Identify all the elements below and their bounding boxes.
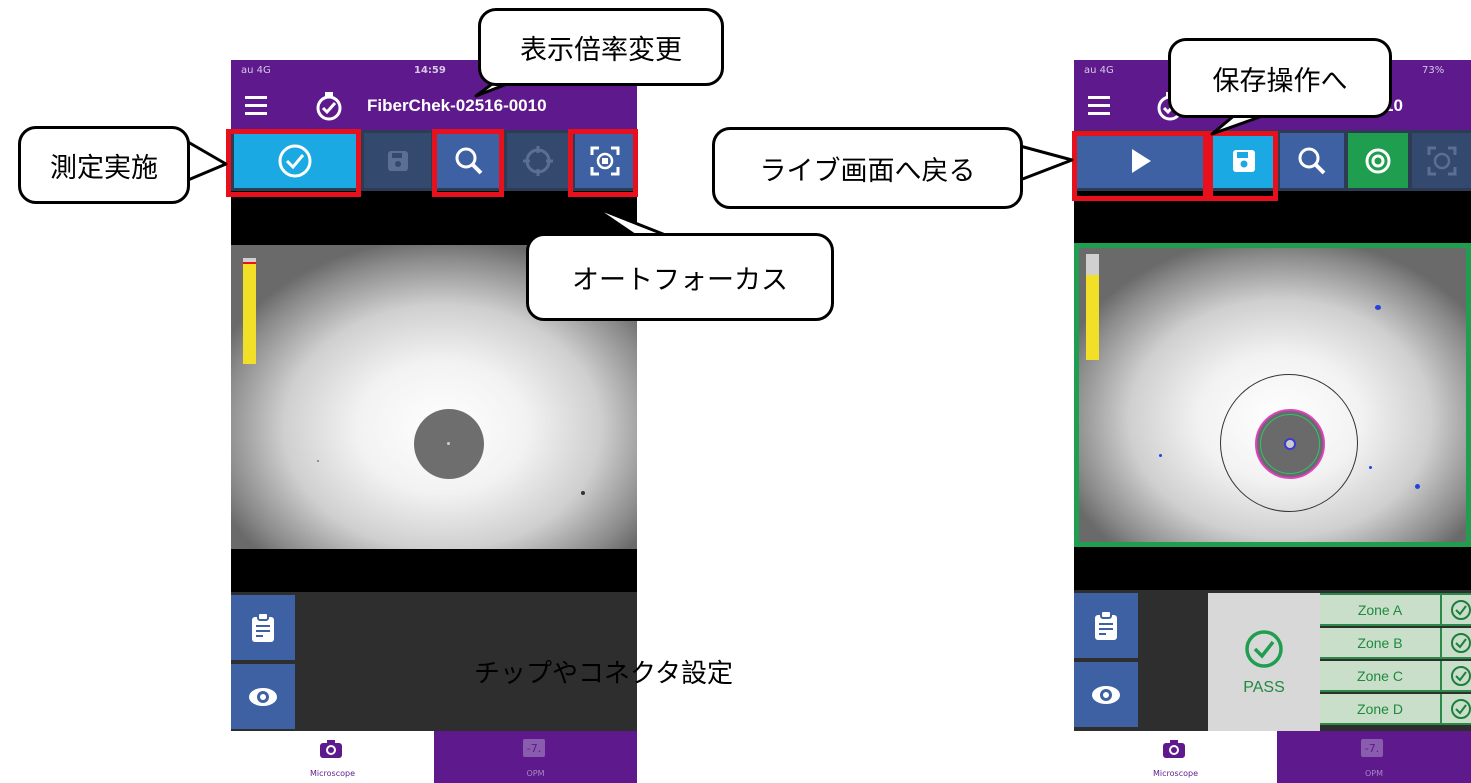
tip-settings-label: チップやコネクタ設定 <box>474 659 733 689</box>
callout-autofocus: オートフォーカス <box>526 233 834 321</box>
callout-zoom: 表示倍率変更 <box>478 8 724 86</box>
callout-save: 保存操作へ <box>1168 38 1392 118</box>
callout-measure: 測定実施 <box>18 126 190 204</box>
callout-live-back: ライブ画面へ戻る <box>712 127 1023 209</box>
